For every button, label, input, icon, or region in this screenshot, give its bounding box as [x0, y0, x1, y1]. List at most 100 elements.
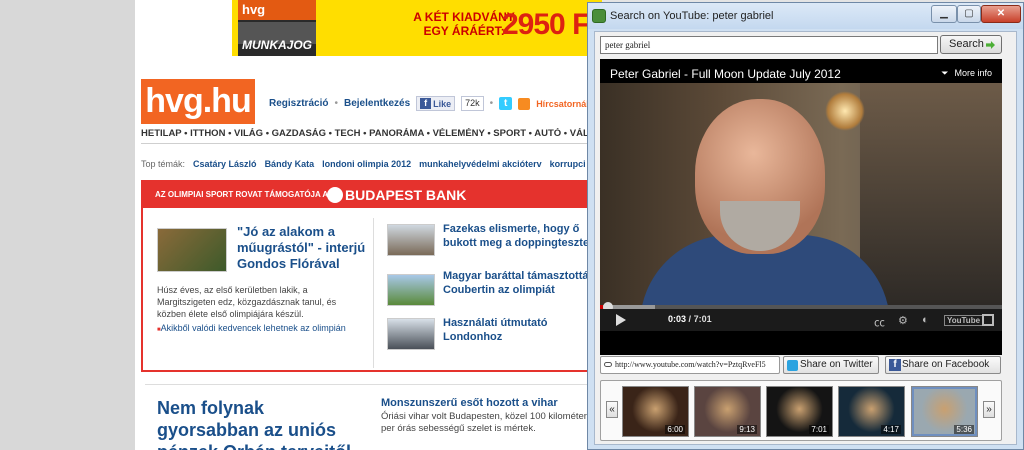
magazine-brand: hvg [238, 0, 316, 20]
article-thumbnail[interactable] [387, 224, 435, 256]
bank-logo-icon [327, 187, 343, 203]
register-link[interactable]: Regisztráció [269, 98, 328, 109]
related-video-thumbnail[interactable]: 6:00 [622, 386, 689, 437]
link-icon [604, 362, 612, 367]
video-duration: 9:13 [737, 425, 757, 434]
window-title: Search on YouTube: peter gabriel [610, 10, 774, 22]
like-label: Like [433, 98, 452, 109]
chevron-down-icon: ⏷ [941, 68, 949, 78]
top-topics: Top témák: Csatáry László Bándy Kata lon… [141, 159, 586, 169]
player-controls: 0:03 / 7:01 ㏄ ⚙ ◐ YouTube [600, 309, 1002, 331]
nav-divider [141, 143, 595, 144]
minimize-button[interactable]: ▁ [931, 5, 957, 23]
site-logo[interactable]: hvg.hu [141, 79, 255, 124]
rss-feeds-link[interactable]: Hírcsatornák [536, 99, 591, 109]
twitter-bird-icon [787, 360, 798, 371]
login-link[interactable]: Bejelentkezés [344, 98, 410, 109]
video-title[interactable]: Peter Gabriel - Full Moon Update July 20… [610, 67, 841, 81]
facebook-icon: f [420, 98, 432, 109]
sponsor-text: AZ OLIMPIAI SPORT ROVAT TÁMOGATÓJA A [155, 190, 329, 199]
video-frame[interactable] [600, 83, 1002, 305]
settings-gear-icon[interactable]: ⚙ [898, 314, 908, 327]
close-button[interactable]: ✕ [981, 5, 1021, 23]
search-button-label: Search [949, 38, 984, 50]
video-url: http://www.youtube.com/watch?v=PztqRveFl… [615, 360, 766, 369]
facebook-icon: f [889, 359, 901, 371]
current-time: 0:03 [668, 314, 687, 324]
secondary-article-title[interactable]: Monszunszerű esőt hozott a vihar [381, 397, 591, 409]
duration: 7:01 [693, 314, 712, 324]
page-gutter [0, 0, 135, 450]
video-player[interactable]: Peter Gabriel - Full Moon Update July 20… [600, 59, 1002, 355]
related-video-thumbnail-selected[interactable]: 5:36 [911, 386, 978, 437]
olympic-sport-box: AZ OLIMPIAI SPORT ROVAT TÁMOGATÓJA A BUD… [141, 180, 596, 372]
play-icon[interactable] [616, 314, 626, 326]
time-separator: / [688, 314, 692, 324]
youtube-search-window: Search on YouTube: peter gabriel ▁ ▢ ✕ p… [587, 2, 1024, 450]
main-article-description: Húsz éves, az első kerületben lakik, a M… [157, 285, 337, 319]
topic-link[interactable]: Bándy Kata [265, 159, 315, 169]
share-facebook-button[interactable]: f Share on Facebook [885, 356, 1001, 374]
main-article-title[interactable]: "Jó az alakom a műugrástól" - interjú Go… [237, 224, 387, 272]
main-navigation[interactable]: HETILAP • ITTHON • VILÁG • GAZDASÁG • TE… [141, 128, 595, 139]
share-twitter-label: Share on Twitter [800, 359, 873, 370]
like-count: 72k [461, 96, 484, 111]
article-thumbnail[interactable] [157, 228, 227, 272]
quality-icon[interactable]: ◐ [922, 314, 929, 326]
magazine-cover-image: hvg MUNKAJOG [238, 0, 316, 56]
topic-link[interactable]: londoni olimpia 2012 [322, 159, 411, 169]
rss-icon[interactable] [518, 97, 531, 110]
side-article-title[interactable]: Magyar baráttal támasztották Coubertin a… [443, 269, 603, 297]
share-facebook-label: Share on Facebook [902, 359, 990, 370]
related-video-thumbnail[interactable]: 7:01 [766, 386, 833, 437]
maximize-button[interactable]: ▢ [957, 5, 981, 23]
captions-icon[interactable]: ㏄ [874, 314, 885, 330]
secondary-article-description: Óriási vihar volt Budapesten, közel 100 … [381, 411, 587, 434]
column-divider [373, 218, 374, 368]
video-url-field[interactable]: http://www.youtube.com/watch?v=PztqRveFl… [600, 356, 780, 374]
header-links: Regisztráció • Bejelentkezés f Like 72k … [269, 96, 591, 111]
sponsor-bank-name[interactable]: BUDAPEST BANK [345, 187, 466, 203]
magazine-title: MUNKAJOG [242, 38, 313, 52]
top-topics-label: Top témák: [141, 159, 186, 169]
app-icon [592, 9, 606, 23]
previous-videos-button[interactable]: « [606, 401, 618, 418]
share-row: http://www.youtube.com/watch?v=PztqRveFl… [600, 356, 1002, 374]
window-client-area: peter gabriel Search Peter Gabriel - Ful… [594, 31, 1017, 445]
banner-price: 2950 Ft [502, 8, 599, 41]
facebook-like-button[interactable]: f Like [416, 96, 456, 111]
time-display: 0:03 / 7:01 [668, 314, 712, 324]
search-button[interactable]: Search [940, 35, 1002, 54]
topic-link[interactable]: munkahelyvédelmi akcióterv [419, 159, 542, 169]
more-info-label: More info [954, 68, 992, 78]
side-article-title[interactable]: Használati útmutató Londonhoz [443, 316, 603, 344]
related-videos-strip: « 6:00 9:13 7:01 4:17 5:36 » [600, 380, 1002, 441]
link-separator: • [334, 98, 338, 109]
side-article-title[interactable]: Fazekas elismerte, hogy ő bukott meg a d… [443, 222, 603, 250]
video-duration: 4:17 [881, 425, 901, 434]
related-video-thumbnail[interactable]: 4:17 [838, 386, 905, 437]
share-twitter-button[interactable]: Share on Twitter [783, 356, 879, 374]
search-input[interactable]: peter gabriel [600, 36, 938, 54]
related-video-thumbnail[interactable]: 9:13 [694, 386, 761, 437]
window-titlebar[interactable]: Search on YouTube: peter gabriel ▁ ▢ ✕ [588, 3, 1023, 29]
arrow-right-icon [986, 41, 995, 49]
more-info-button[interactable]: ⏷ More info [941, 68, 992, 79]
link-separator: • [489, 98, 494, 109]
related-article-link[interactable]: Akikből valódi kedvencek lehetnek az oli… [157, 323, 346, 333]
video-duration: 7:01 [809, 425, 829, 434]
twitter-icon[interactable]: t [499, 97, 513, 110]
topic-link[interactable]: Csatáry László [193, 159, 257, 169]
fullscreen-icon[interactable] [982, 314, 994, 326]
video-duration: 5:36 [954, 425, 974, 434]
next-videos-button[interactable]: » [983, 401, 995, 418]
ad-banner[interactable]: hvg MUNKAJOG A KÉT KIADVÁNY EGY ÁRÁÉRT: … [232, 0, 602, 56]
headline-article-title[interactable]: Nem folynak gyorsabban az uniós pénzek O… [157, 397, 367, 450]
youtube-logo[interactable]: YouTube [944, 315, 984, 326]
olympic-box-header: AZ OLIMPIAI SPORT ROVAT TÁMOGATÓJA A BUD… [143, 182, 595, 208]
lower-articles: Nem folynak gyorsabban az uniós pénzek O… [145, 384, 595, 450]
topic-link[interactable]: korrupci [550, 159, 586, 169]
article-thumbnail[interactable] [387, 318, 435, 350]
video-duration: 6:00 [665, 425, 685, 434]
article-thumbnail[interactable] [387, 274, 435, 306]
